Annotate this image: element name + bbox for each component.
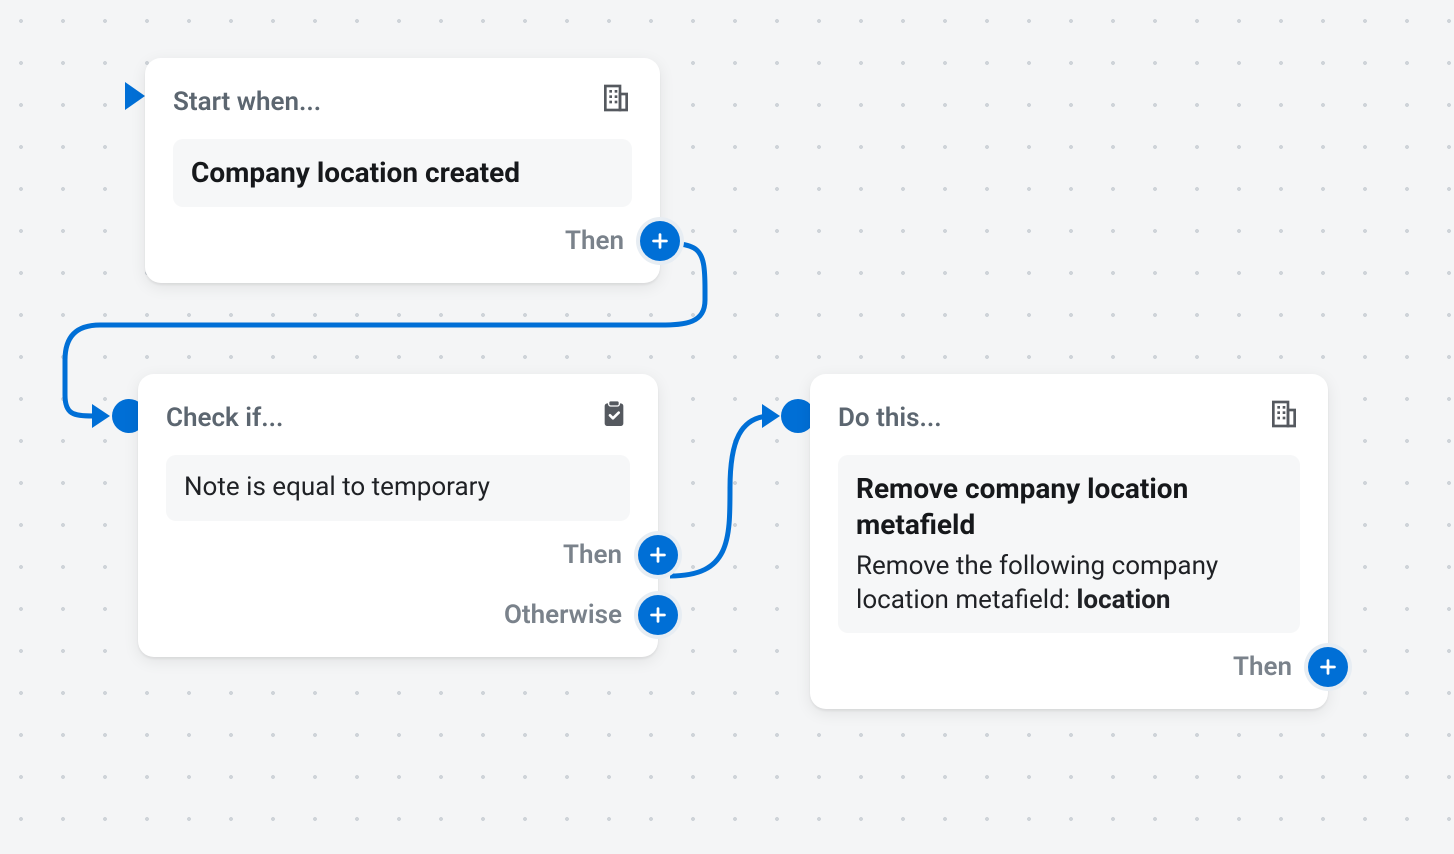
start-node-title: Company location created	[191, 155, 614, 191]
start-then-output[interactable]: Then	[173, 221, 680, 261]
clipboard-check-icon	[598, 398, 630, 437]
add-step-button[interactable]	[640, 221, 680, 261]
condition-then-label: Then	[563, 540, 622, 570]
action-node-title: Remove company location metafield	[856, 471, 1282, 544]
action-node-body: Remove company location metafield Remove…	[838, 455, 1300, 633]
arrowhead-into-condition	[92, 404, 110, 428]
arrowhead-into-action	[762, 404, 780, 428]
condition-then-output[interactable]: Then	[166, 535, 678, 575]
building-icon	[600, 82, 632, 121]
condition-otherwise-output[interactable]: Otherwise	[166, 595, 678, 635]
condition-node-body: Note is equal to temporary	[166, 455, 630, 521]
action-node-card[interactable]: Do this... Remove company location metaf…	[810, 374, 1328, 709]
add-step-button[interactable]	[1308, 647, 1348, 687]
start-node-header: Start when...	[173, 87, 321, 117]
add-step-button[interactable]	[638, 535, 678, 575]
building-icon	[1268, 398, 1300, 437]
condition-node-card[interactable]: Check if... Note is equal to temporary T…	[138, 374, 658, 657]
workflow-canvas[interactable]: Start when... Company location created	[0, 0, 1454, 854]
condition-expression: Note is equal to temporary	[184, 472, 490, 502]
add-step-button[interactable]	[638, 595, 678, 635]
condition-node-header: Check if...	[166, 403, 283, 433]
start-node-card[interactable]: Start when... Company location created	[145, 58, 660, 283]
action-node-description: Remove the following company location me…	[856, 550, 1282, 618]
action-then-output[interactable]: Then	[838, 647, 1348, 687]
condition-otherwise-label: Otherwise	[504, 600, 622, 630]
start-then-label: Then	[565, 226, 624, 256]
start-node-body: Company location created	[173, 139, 632, 207]
action-node-header: Do this...	[838, 403, 942, 433]
action-then-label: Then	[1233, 652, 1292, 682]
